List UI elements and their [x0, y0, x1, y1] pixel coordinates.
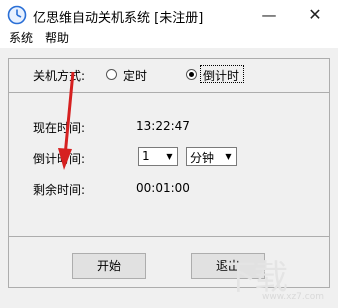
countdown-unit-select[interactable]: 分钟 ▼ [186, 147, 237, 166]
radio-timed[interactable] [106, 69, 117, 80]
countdown-label: 倒计时间: [33, 152, 86, 166]
button-divider [8, 236, 330, 237]
radio-selected-dot [189, 72, 194, 77]
countdown-amount-value: 1 [142, 149, 150, 163]
radio-countdown-label[interactable]: 倒计时 [203, 67, 239, 84]
title-bar: 亿思维自动关机系统 [未注册] — ✕ [0, 0, 338, 30]
minimize-button[interactable]: — [246, 0, 292, 30]
start-button[interactable]: 开始 [72, 253, 146, 279]
window-title: 亿思维自动关机系统 [未注册] [33, 11, 204, 26]
menu-system[interactable]: 系统 [9, 30, 33, 48]
app-icon [7, 5, 27, 25]
radio-timed-label[interactable]: 定时 [123, 67, 147, 84]
menu-bar: 系统 帮助 [0, 30, 338, 48]
close-button[interactable]: ✕ [292, 0, 338, 30]
watermark-url: www.xz7.com [262, 292, 324, 302]
remaining-label: 剩余时间: [33, 183, 86, 197]
countdown-unit-value: 分钟 [190, 151, 215, 165]
countdown-amount-select[interactable]: 1 ▼ [138, 147, 178, 166]
chevron-down-icon: ▼ [225, 152, 232, 161]
radio-countdown[interactable] [186, 69, 197, 80]
watermark: 下载 www.xz7.com [222, 250, 334, 306]
remaining-value: 00:01:00 [136, 181, 190, 195]
current-time-label: 现在时间: [33, 121, 86, 135]
current-time-value: 13:22:47 [136, 119, 190, 133]
mode-label: 关机方式: [33, 69, 86, 83]
chevron-down-icon: ▼ [166, 152, 173, 161]
menu-help[interactable]: 帮助 [45, 30, 69, 48]
mode-divider [8, 92, 330, 93]
